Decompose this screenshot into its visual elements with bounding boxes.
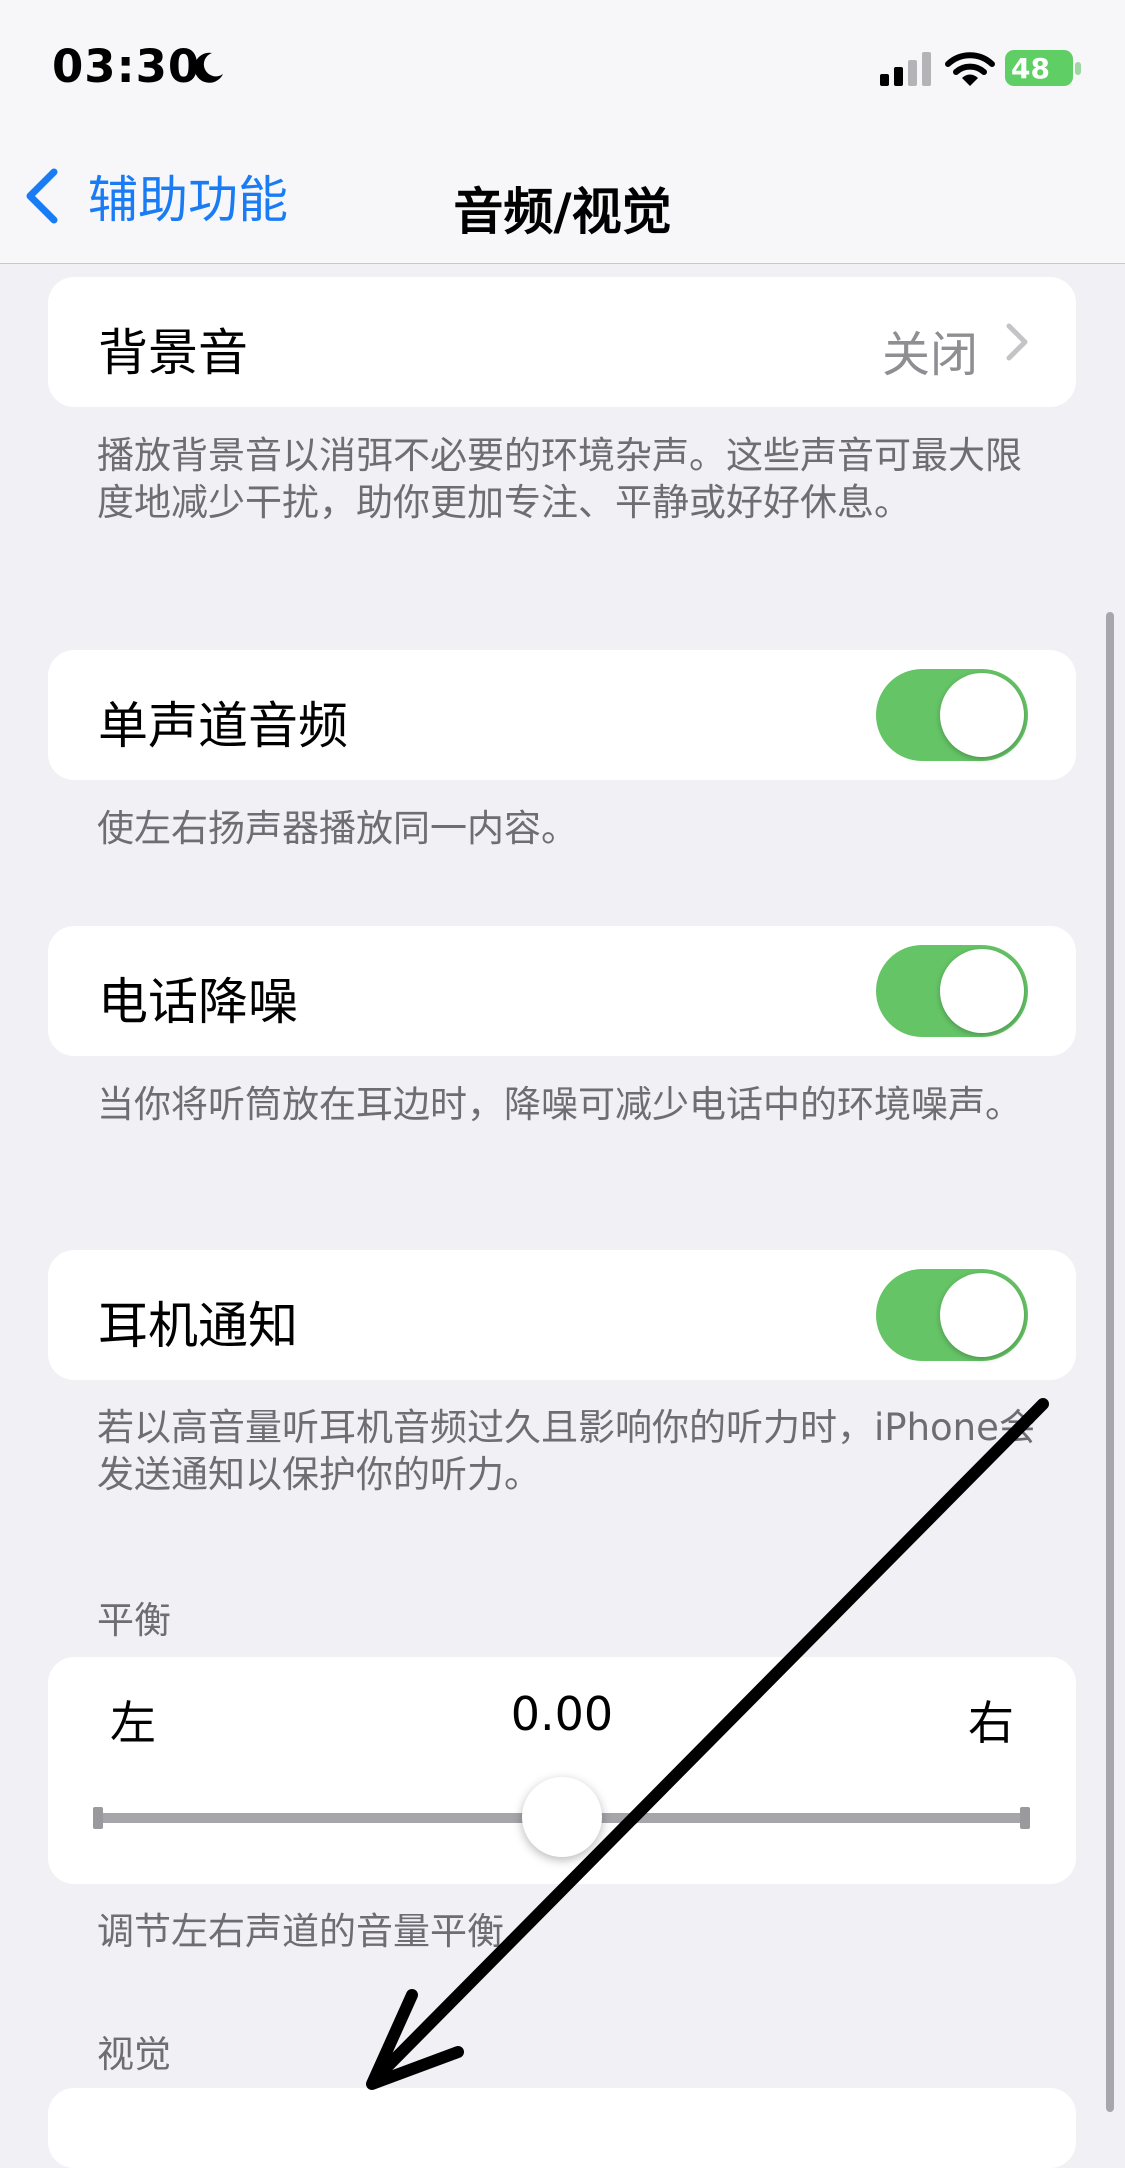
headphone-notifications-label: 耳机通知: [98, 1297, 298, 1355]
balance-card: 左 0.00 右: [48, 1657, 1076, 1884]
balance-track-right-end: [1020, 1807, 1030, 1829]
headphone-notifications-toggle[interactable]: [876, 1269, 1028, 1361]
wifi-icon: [945, 52, 995, 86]
signal-icon: [880, 52, 931, 86]
mono-audio-toggle[interactable]: [876, 669, 1028, 761]
visual-card: [48, 2088, 1076, 2168]
mono-audio-footer: 使左右扬声器播放同一内容。: [97, 807, 578, 850]
visual-section-header: 视觉: [97, 2033, 171, 2076]
balance-right-label: 右: [968, 1696, 1014, 1750]
balance-slider-thumb[interactable]: [522, 1777, 602, 1857]
chevron-right-icon: [1006, 323, 1028, 361]
headphone-notifications-footer: 若以高音量听耳机音频过久且影响你的听力时，iPhone会发送通知以保护你的听力。: [97, 1406, 1036, 1496]
background-sounds-row[interactable]: 背景音 关闭: [48, 277, 1076, 407]
phone-noise-cancellation-row: 电话降噪: [48, 926, 1076, 1056]
mono-audio-row: 单声道音频: [48, 650, 1076, 780]
mono-audio-label: 单声道音频: [98, 697, 348, 755]
page-title: 音频/视觉: [453, 183, 672, 241]
background-sounds-label: 背景音: [98, 324, 248, 382]
phone-noise-cancellation-toggle[interactable]: [876, 945, 1028, 1037]
background-sounds-value: 关闭: [881, 327, 978, 383]
balance-value: 0.00: [510, 1687, 614, 1741]
battery-percent: 48: [1011, 52, 1050, 85]
headphone-notifications-row: 耳机通知: [48, 1250, 1076, 1380]
status-time: 03:30: [52, 40, 201, 93]
navigation-bar: 辅助功能 音频/视觉: [0, 130, 1125, 264]
balance-track-left-end: [93, 1807, 103, 1829]
status-bar: 03:30 48: [0, 0, 1125, 130]
background-sounds-footer: 播放背景音以消弭不必要的环境杂声。这些声音可最大限度地减少干扰，助你更加专注、平…: [97, 434, 1022, 524]
balance-section-header: 平衡: [97, 1599, 171, 1642]
battery-icon: 48: [1005, 50, 1081, 88]
phone-noise-cancellation-label: 电话降噪: [98, 973, 298, 1031]
balance-footer: 调节左右声道的音量平衡。: [97, 1910, 541, 1953]
scroll-indicator: [1106, 612, 1114, 2112]
phone-noise-cancellation-footer: 当你将听筒放在耳边时，降噪可减少电话中的环境噪声。: [97, 1083, 1022, 1126]
moon-icon: [194, 52, 223, 83]
